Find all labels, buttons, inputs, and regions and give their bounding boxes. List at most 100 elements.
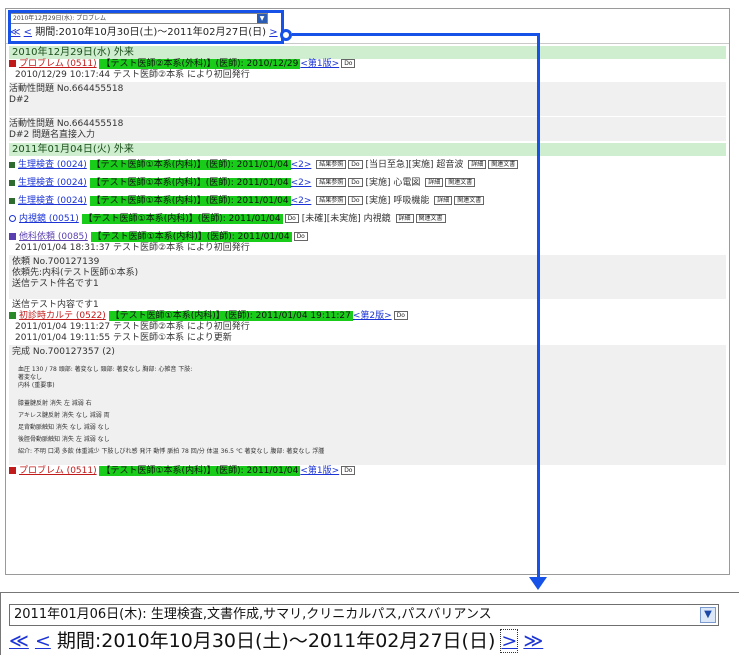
exam-entry: 生理検査 (0024) 【テスト医師①本系(内科)】(医師): 2011/01/… (9, 156, 726, 174)
highlight-box (8, 10, 284, 44)
do-button[interactable]: Do (293, 232, 308, 241)
exam-desc: [実施] 心電図 (365, 178, 421, 188)
exam-title-link[interactable]: 生理検査 (0024) (18, 160, 87, 170)
version-link[interactable]: <2> (291, 196, 312, 206)
chevron-down-icon[interactable]: ▼ (700, 607, 716, 623)
endoscopy-title-link[interactable]: 内視鏡 (0051) (19, 214, 79, 224)
zoomed-toolbar: 2011年01月06日(木): 生理検査,文書作成,サマリ,クリニカルパス,パス… (0, 592, 739, 655)
referral-title-link[interactable]: 他科依頼 (0085) (19, 232, 88, 242)
problem-entry: プロブレム (0511) 【テスト医師①本系(内科)】(医師): 2011/01… (9, 466, 726, 477)
endoscopy-desc: [未確][未実施] 内視鏡 (301, 214, 391, 224)
doctor-date-highlight: 【テスト医師①本系(内科)】(医師): 2011/01/04 (89, 160, 291, 170)
issue-line: 2011/01/04 18:31:37 テスト医師②本系 により初回発行 (15, 243, 250, 253)
problem-name: D#2 問題名直接入力 (9, 130, 96, 140)
callout-arrowhead (529, 577, 547, 590)
nav-last-link[interactable]: ≫ (523, 630, 543, 652)
nav-prev-link[interactable]: < (35, 630, 51, 652)
do-button[interactable]: Do (284, 214, 299, 223)
findings-line: 紹介: 不明 口渇 多飲 体重減少 下肢しびれ感 発汗 動悸 脈拍 78 回/分… (18, 448, 325, 455)
issue-line: 2011/01/04 19:11:27 テスト医師②本系 により初回発行 (15, 322, 250, 332)
referral-box: 依頼 No.700127139 依頼先:内科(テスト医師①本系) 送信テスト件名… (9, 255, 726, 299)
reflex-line: 膝蓋腱反射 消失 左 減弱 右 (18, 400, 92, 407)
reflex-line: 後脛骨動脈触知 消失 左 減弱 なし (18, 436, 110, 443)
problem-title-link[interactable]: プロブレム (0511) (19, 59, 97, 69)
nav-next-link[interactable]: > (500, 629, 519, 653)
version-link[interactable]: <2> (291, 178, 312, 188)
callout-line-horizontal (292, 33, 539, 36)
square-icon (9, 197, 15, 204)
issue-line: 2010/12/29 10:17:44 テスト医師②本系 により初回発行 (15, 70, 250, 80)
update-line: 2011/01/04 19:11:55 テスト医師①本系 により更新 (15, 333, 232, 343)
day-header: 2011年01月04日(火) 外来 (9, 143, 726, 156)
do-button[interactable]: Do (341, 59, 356, 68)
result-button[interactable]: 結果参照 (316, 178, 347, 187)
document-icon (9, 60, 16, 67)
detail-button[interactable]: 詳細 (395, 214, 414, 223)
karte-title-link[interactable]: 初診時カルテ (0522) (19, 311, 106, 321)
reflex-line: アキレス腱反射 消失 なし 減弱 両 (18, 412, 110, 419)
day-header: 2010年12月29日(水) 外来 (9, 46, 726, 59)
doctor-date-highlight: 【テスト医師①本系(内科)】(医師): 2011/01/04 (99, 466, 301, 476)
related-docs-button[interactable]: 関連文書 (445, 178, 476, 187)
callout-line-vertical (537, 33, 540, 579)
problem-box-1: 活動性問題 No.664455518 D#2 (9, 82, 726, 116)
endoscope-icon (9, 215, 16, 222)
doctor-date-highlight: 【テスト医師①本系(内科)】(医師): 2011/01/04 19:11:27 (108, 311, 353, 321)
result-button[interactable]: 結果参照 (316, 196, 347, 205)
related-docs-button[interactable]: 関連文書 (415, 214, 446, 223)
detail-button[interactable]: 詳細 (425, 178, 444, 187)
karte-number: 完成 No.700127357 (2) (12, 347, 115, 357)
related-docs-button[interactable]: 関連文書 (454, 196, 485, 205)
version-link[interactable]: <第1版> (300, 466, 339, 476)
date-select[interactable]: 2011年01月06日(木): 生理検査,文書作成,サマリ,クリニカルパス,パス… (9, 604, 719, 626)
doctor-date-highlight: 【テスト医師①本系(内科)】(医師): 2011/01/04 (81, 214, 283, 224)
version-link[interactable]: <第1版> (300, 59, 339, 69)
problem-box-2: 活動性問題 No.664455518 D#2 問題名直接入力 (9, 117, 726, 141)
period-label: 期間:2010年10月30日(土)〜2011年02月27日(日) (56, 630, 496, 652)
karte-box: 完成 No.700127357 (2) 血圧 130 / 78 頭部: 著変なし… (9, 345, 726, 465)
exam-title-link[interactable]: 生理検査 (0024) (18, 196, 87, 206)
referral-entry: 他科依頼 (0085) 【テスト医師①本系(内科)】(医師): 2011/01/… (9, 232, 726, 243)
problem-text: 活動性問題 No.664455518 (9, 84, 124, 94)
do-button[interactable]: Do (341, 466, 356, 475)
vitals-line: 血圧 130 / 78 頭部: 著変なし 頸部: 著変なし 胸部: 心雑音 下肢… (18, 366, 193, 373)
version-link[interactable]: <第2版> (353, 311, 392, 321)
period-nav: ≪ < 期間:2010年10月30日(土)〜2011年02月27日(日) > ≫ (9, 629, 543, 653)
exam-title-link[interactable]: 生理検査 (0024) (18, 178, 87, 188)
referral-icon (9, 233, 16, 240)
vitals-line: 内科 (重要事) (18, 382, 55, 389)
chart-icon (9, 312, 16, 319)
endoscopy-entry: 内視鏡 (0051) 【テスト医師①本系(内科)】(医師): 2011/01/0… (9, 210, 726, 228)
square-icon (9, 179, 15, 186)
medical-record-panel: 2010年12月29日(水): プロブレム ▼ ≪ < 期間:2010年10月3… (5, 8, 730, 575)
referral-no: 依頼 No.700127139 (12, 257, 100, 267)
detail-button[interactable]: 詳細 (434, 196, 453, 205)
problem-entry: プロブレム (0511) 【テスト医師②本系(外科)】(医師): 2010/12… (9, 59, 726, 70)
doctor-date-highlight: 【テスト医師②本系(外科)】(医師): 2010/12/29 (99, 59, 301, 69)
related-docs-button[interactable]: 関連文書 (488, 160, 519, 169)
do-button[interactable]: Do (348, 178, 363, 187)
vitals-line: 著変なし (18, 374, 43, 381)
do-button[interactable]: Do (348, 160, 363, 169)
nav-first-link[interactable]: ≪ (9, 630, 29, 652)
karte-entry: 初診時カルテ (0522) 【テスト医師①本系(内科)】(医師): 2011/0… (9, 311, 726, 322)
problem-title-link[interactable]: プロブレム (0511) (19, 466, 97, 476)
result-button[interactable]: 結果参照 (316, 160, 347, 169)
do-button[interactable]: Do (348, 196, 363, 205)
do-button[interactable]: Do (393, 311, 408, 320)
exam-desc: [当日至急][実施] 超音波 (365, 160, 464, 170)
problem-code: D#2 (9, 95, 30, 105)
day-section-1: 2010年12月29日(水) 外来 プロブレム (0511) 【テスト医師②本系… (6, 46, 729, 141)
exam-entry: 生理検査 (0024) 【テスト医師①本系(内科)】(医師): 2011/01/… (9, 192, 726, 210)
reflex-line: 足背動脈触知 消失 なし 減弱 なし (18, 424, 110, 431)
doctor-date-highlight: 【テスト医師①本系(内科)】(医師): 2011/01/04 (89, 178, 291, 188)
referral-dest: 依頼先:内科(テスト医師①本系) (12, 268, 139, 278)
version-link[interactable]: <2> (291, 160, 312, 170)
detail-button[interactable]: 詳細 (468, 160, 487, 169)
exam-desc: [実施] 呼吸機能 (365, 196, 430, 206)
referral-subject: 送信テスト件名です1 (12, 279, 99, 289)
callout-anchor-dot (280, 29, 292, 41)
exam-entry: 生理検査 (0024) 【テスト医師①本系(内科)】(医師): 2011/01/… (9, 174, 726, 192)
date-select-value: 2011年01月06日(木): 生理検査,文書作成,サマリ,クリニカルパス,パス… (14, 607, 492, 622)
doctor-date-highlight: 【テスト医師①本系(内科)】(医師): 2011/01/04 (89, 196, 291, 206)
